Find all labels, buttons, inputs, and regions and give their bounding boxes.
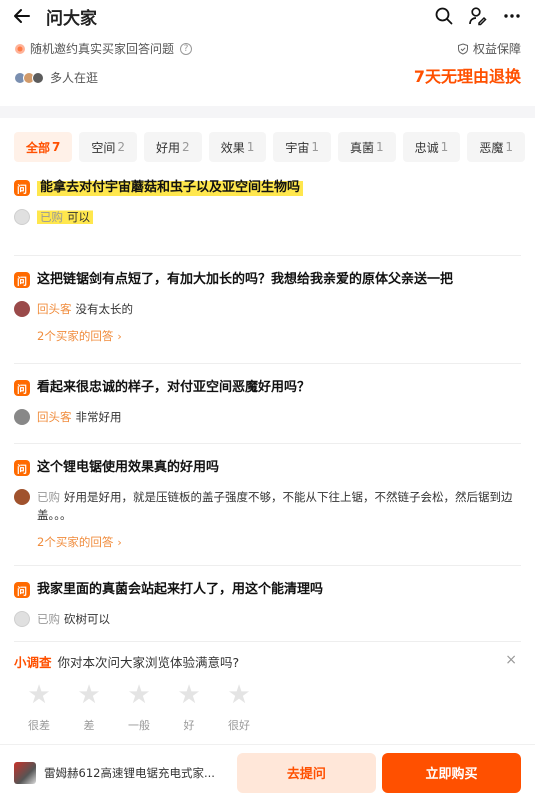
star-icon: ★	[177, 680, 201, 710]
question-text: 我家里面的真菌会站起来打人了，用这个能清理吗	[37, 582, 324, 597]
question-text: 看起来很忠诚的样子，对付亚空间恶魔好用吗？	[37, 380, 311, 395]
return-policy: 7天无理由退换	[413, 67, 521, 86]
tab-demon[interactable]: 恶魔 1	[467, 132, 525, 162]
chevron-right-icon: ›	[117, 535, 122, 549]
avatar	[14, 489, 30, 505]
tab-useful[interactable]: 好用 2	[144, 132, 202, 162]
rating-star-1[interactable]: ★ 很差	[14, 681, 64, 733]
product-thumbnail[interactable]	[14, 761, 36, 784]
rating-star-4[interactable]: ★ 好	[164, 681, 214, 733]
intro-section: 随机邀约真实买家回答问题 ? 多人在逛 权益保障 7天无理由退换	[0, 32, 535, 106]
top-bar: 问大家	[0, 0, 535, 32]
star-icon: ★	[127, 680, 151, 710]
shield-check-icon	[457, 42, 469, 55]
rating-star-5[interactable]: ★ 很好	[214, 681, 264, 733]
more-answers-link[interactable]: 2个买家的回答 ›	[37, 328, 521, 344]
guarantee-label: 权益保障	[472, 42, 521, 56]
survey-question: 你对本次问大家浏览体验满意吗?	[57, 655, 240, 670]
back-arrow-icon[interactable]	[10, 4, 34, 28]
tab-loyal[interactable]: 忠诚 1	[402, 132, 461, 162]
tab-all[interactable]: 全部 7	[14, 132, 73, 162]
avatar	[14, 409, 30, 425]
qa-item[interactable]: 问 能拿去对付宇宙蘑菇和虫子以及亚空间生物吗 已购 可以	[14, 172, 521, 256]
avatar	[14, 611, 30, 627]
star-icon: ★	[27, 680, 51, 710]
ask-question-button[interactable]: 去提问	[236, 752, 376, 793]
close-icon[interactable]: ×	[505, 652, 517, 668]
question-badge: 问	[14, 180, 30, 196]
answer-text: 已购 好用是好用，就是压链板的盖子强度不够，不能从下往上锯，不然链子会松，然后锯到…	[37, 490, 513, 522]
answer-text: 已购 砍树可以	[37, 612, 110, 626]
avatar	[14, 209, 30, 225]
avatar	[14, 301, 30, 317]
product-title[interactable]: 雷姆赫612高速锂电锯充电式家...	[44, 765, 233, 781]
tab-fungus[interactable]: 真菌 1	[338, 132, 396, 162]
question-text: 这个锂电锯使用效果真的好用吗	[37, 460, 220, 475]
tab-universe[interactable]: 宇宙 1	[273, 132, 331, 162]
question-badge: 问	[14, 272, 30, 288]
question-text: 这把链锯剑有点短了，有加大加长的吗？我想给我亲爱的原体父亲送一把	[37, 272, 454, 287]
rating-star-2[interactable]: ★ 差	[64, 681, 114, 733]
more-icon[interactable]	[499, 3, 525, 29]
rating-star-3[interactable]: ★ 一般	[114, 681, 164, 733]
star-icon: ★	[77, 680, 101, 710]
guarantee-block[interactable]: 权益保障 7天无理由退换	[414, 40, 521, 87]
qa-list: 问 能拿去对付宇宙蘑菇和虫子以及亚空间生物吗 已购 可以 问 这把链锯剑有点短了，…	[0, 172, 535, 642]
sparkle-icon	[14, 43, 26, 55]
bottom-bar: 雷姆赫612高速锂电锯充电式家... 去提问 立即购买	[0, 744, 535, 800]
tab-effect[interactable]: 效果 1	[208, 132, 267, 162]
invite-text: 随机邀约真实买家回答问题	[30, 42, 175, 56]
survey-label: 小调查	[14, 655, 52, 670]
qa-item[interactable]: 问 这把链锯剑有点短了，有加大加长的吗？我想给我亲爱的原体父亲送一把 回头客 没有…	[14, 256, 521, 364]
question-badge: 问	[14, 380, 30, 396]
answer-text: 回头客 没有太长的	[37, 302, 133, 316]
star-icon: ★	[227, 680, 251, 710]
question-badge: 问	[14, 582, 30, 598]
answer-text: 回头客 非常好用	[37, 410, 122, 424]
chevron-right-icon: ›	[117, 329, 122, 343]
question-badge: 问	[14, 460, 30, 476]
help-icon[interactable]: ?	[180, 42, 193, 55]
search-icon[interactable]	[431, 3, 457, 29]
browsing-text: 多人在逛	[50, 71, 99, 85]
buy-now-button[interactable]: 立即购买	[381, 752, 521, 793]
question-text: 能拿去对付宇宙蘑菇和虫子以及亚空间生物吗	[37, 178, 304, 198]
page-title: 问大家	[46, 8, 97, 29]
answer-text: 已购 可以	[37, 208, 93, 226]
user-edit-icon[interactable]	[465, 3, 491, 29]
survey-card: 小调查 你对本次问大家浏览体验满意吗? × ★ 很差 ★ 差 ★ 一般 ★ 好 ★ 很好	[14, 652, 521, 744]
section-divider	[0, 106, 535, 118]
tab-space[interactable]: 空间 2	[79, 132, 138, 162]
qa-item[interactable]: 问 这个锂电锯使用效果真的好用吗 已购 好用是好用，就是压链板的盖子强度不够，不能…	[14, 444, 521, 566]
more-answers-link[interactable]: 2个买家的回答 ›	[37, 534, 521, 550]
qa-item[interactable]: 问 看起来很忠诚的样子，对付亚空间恶魔好用吗？ 回头客 非常好用	[14, 364, 521, 444]
topic-tabs: 全部 7 空间 2 好用 2 效果 1 宇宙 1 真菌 1 忠诚 1 恶魔 1	[0, 118, 535, 172]
qa-item[interactable]: 问 我家里面的真菌会站起来打人了，用这个能清理吗 已购 砍树可以	[14, 566, 521, 642]
browsing-avatars	[14, 71, 44, 84]
